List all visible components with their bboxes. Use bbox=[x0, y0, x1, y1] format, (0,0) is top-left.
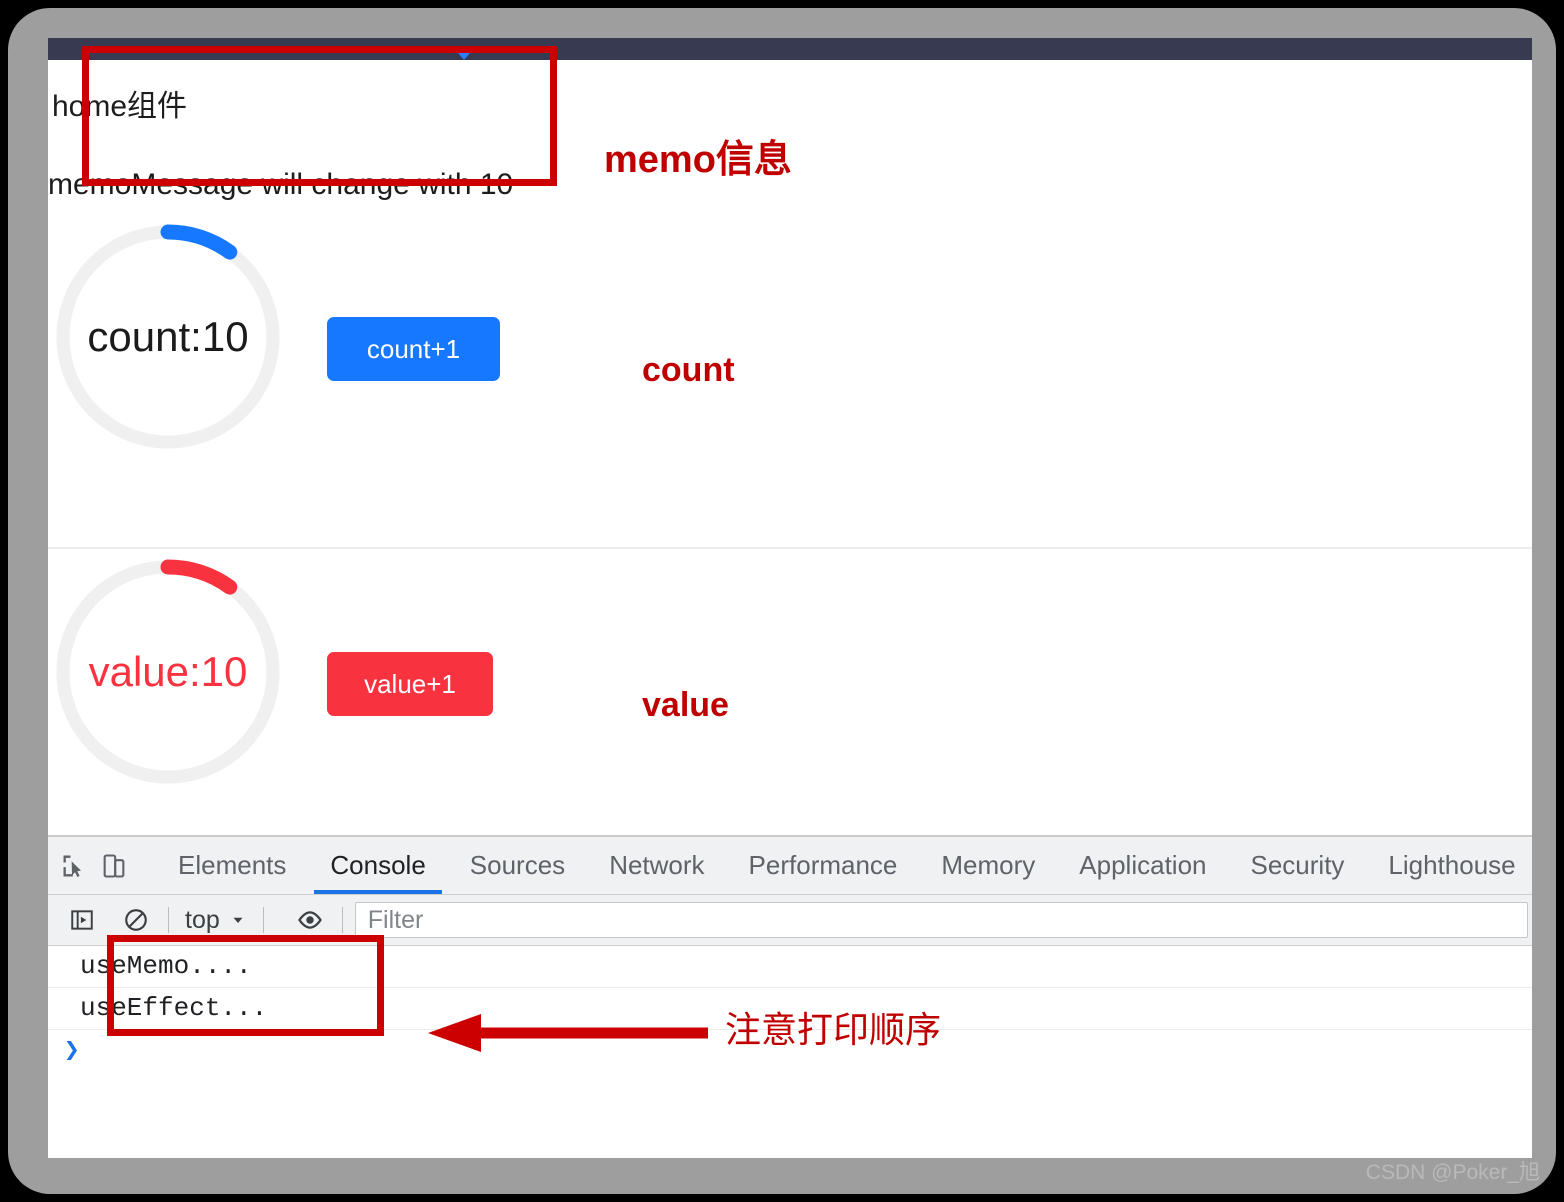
device-toolbar-icon[interactable] bbox=[100, 845, 128, 887]
device-toolbar-glyph bbox=[103, 853, 125, 878]
annotation-print-order: 注意打印顺序 bbox=[725, 1009, 942, 1050]
clear-console-glyph bbox=[125, 909, 147, 931]
value-progress-ring: value:10 bbox=[53, 557, 283, 787]
count-value-label: count:10 bbox=[87, 313, 249, 360]
memo-message: memoMessage will change with 10 bbox=[48, 168, 514, 201]
console-filter-bar: top bbox=[48, 895, 1532, 946]
memo-title: home组件 bbox=[52, 90, 188, 123]
console-sidebar-icon[interactable] bbox=[62, 900, 102, 940]
tab-elements[interactable]: Elements bbox=[156, 837, 308, 894]
annotation-arrow-icon bbox=[428, 1014, 708, 1052]
prompt-caret-icon: ❯ bbox=[64, 1036, 80, 1066]
filterbar-divider-1 bbox=[168, 907, 169, 933]
value-increment-button[interactable]: value+1 bbox=[327, 652, 493, 716]
inspect-element-glyph bbox=[63, 855, 81, 877]
tab-network[interactable]: Network bbox=[587, 837, 726, 894]
tab-application[interactable]: Application bbox=[1057, 837, 1228, 894]
memo-block: home组件 memoMessage will change with 10 bbox=[48, 70, 518, 200]
tab-security[interactable]: Security bbox=[1229, 837, 1367, 894]
device-frame: home组件 memoMessage will change with 10 c… bbox=[8, 8, 1556, 1194]
tab-lighthouse[interactable]: Lighthouse bbox=[1366, 837, 1532, 894]
annotation-memo: memo信息 bbox=[604, 139, 792, 181]
console-sidebar-glyph bbox=[71, 910, 93, 930]
count-section: count:10 count+1 bbox=[48, 212, 1532, 512]
value-section: value:10 value+1 bbox=[48, 547, 1532, 847]
console-context-selector[interactable]: top bbox=[181, 906, 251, 935]
value-value-label: value:10 bbox=[88, 648, 248, 695]
browser-screen: home组件 memoMessage will change with 10 c… bbox=[48, 38, 1532, 1158]
tab-console[interactable]: Console bbox=[308, 837, 447, 894]
count-progress-ring: count:10 bbox=[53, 222, 283, 452]
tab-sources[interactable]: Sources bbox=[448, 837, 587, 894]
eye-glyph bbox=[297, 911, 322, 929]
count-increment-button[interactable]: count+1 bbox=[327, 317, 500, 381]
clear-console-icon[interactable] bbox=[116, 900, 156, 940]
browser-caret-icon bbox=[453, 47, 475, 60]
tab-performance[interactable]: Performance bbox=[727, 837, 920, 894]
console-message: useMemo.... bbox=[48, 946, 1532, 988]
tab-memory[interactable]: Memory bbox=[919, 837, 1057, 894]
annotation-value: value bbox=[642, 686, 729, 724]
annotation-count: count bbox=[642, 351, 735, 389]
live-expression-eye-icon[interactable] bbox=[290, 900, 330, 940]
devtools-panel: Elements Console Sources Network Perform… bbox=[48, 835, 1532, 1158]
console-context-label: top bbox=[185, 905, 220, 934]
watermark: CSDN @Poker_旭 bbox=[1365, 1161, 1540, 1184]
console-filter-input[interactable] bbox=[354, 902, 1528, 938]
chevron-down-icon bbox=[233, 917, 243, 923]
devtools-tab-bar: Elements Console Sources Network Perform… bbox=[48, 837, 1532, 895]
filterbar-divider-2 bbox=[262, 907, 264, 933]
filterbar-divider-3 bbox=[341, 907, 343, 933]
browser-top-bar bbox=[48, 38, 1532, 60]
inspect-element-icon[interactable] bbox=[60, 845, 88, 887]
